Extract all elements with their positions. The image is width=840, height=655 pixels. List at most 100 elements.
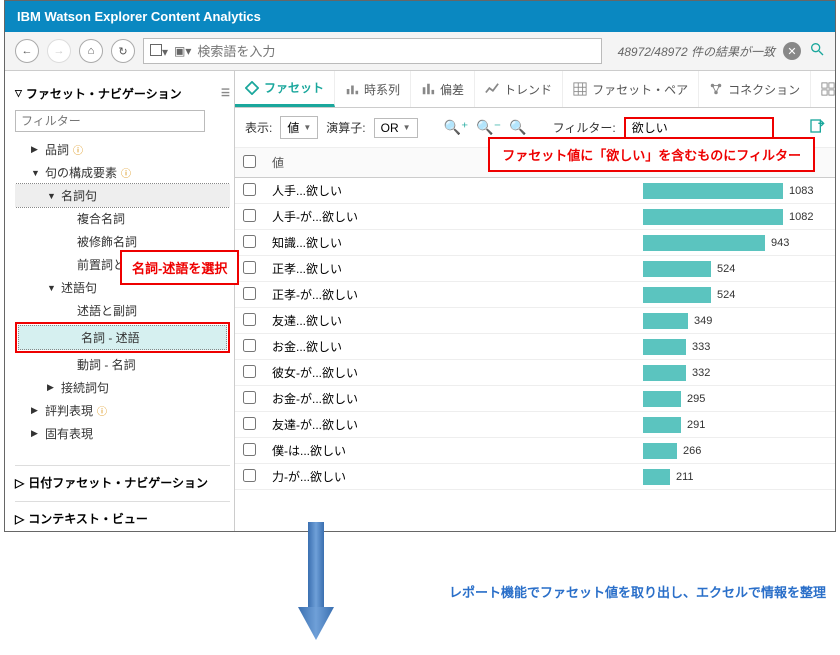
row-checkbox-cell [235, 282, 264, 308]
row-value: 正孝-が...欲しい [264, 282, 635, 308]
search-box[interactable]: ▾ ▣▾ [143, 38, 602, 64]
tab-dev[interactable]: 偏差 [411, 71, 475, 107]
bar-icon [643, 261, 711, 277]
help-icon[interactable]: ⓘ [73, 142, 83, 157]
date-facet-heading[interactable]: ▷ 日付ファセット・ナビゲーション [15, 465, 230, 495]
select-all-checkbox[interactable] [243, 155, 256, 168]
row-value: 人手-が...欲しい [264, 204, 635, 230]
table-row[interactable]: 友達-が...欲しい291 [235, 412, 835, 438]
table-row[interactable]: お金...欲しい333 [235, 334, 835, 360]
tree-item-label: 動詞 - 名詞 [77, 356, 136, 373]
sidebar-filter-input[interactable] [15, 110, 205, 132]
tree-item[interactable]: 述語と副詞 [15, 299, 230, 322]
tree-item[interactable]: ▼ 句の構成要素 ⓘ [15, 161, 230, 184]
table-row[interactable]: 人手-が...欲しい1082 [235, 204, 835, 230]
filter-field[interactable] [624, 117, 774, 139]
panel-menu-icon[interactable]: ☰ [221, 88, 230, 99]
row-checkbox[interactable] [243, 365, 256, 378]
help-icon[interactable]: ⓘ [121, 165, 131, 180]
search-input[interactable] [197, 44, 594, 59]
caret-down-icon: ▼ [47, 191, 57, 201]
row-checkbox[interactable] [243, 469, 256, 482]
bar-icon [643, 209, 783, 225]
facet-nav-heading[interactable]: ▽ ファセット・ナビゲーション ☰ [15, 81, 230, 106]
help-icon[interactable]: ⓘ [97, 403, 107, 418]
tree-item[interactable]: ▼ 名詞句 [15, 184, 230, 207]
row-value: 正孝...欲しい [264, 256, 635, 282]
back-button[interactable]: ← [15, 39, 39, 63]
tree-item[interactable]: 複合名詞 [15, 207, 230, 230]
table-row[interactable]: 力-が...欲しい211 [235, 464, 835, 490]
bar-icon [643, 313, 688, 329]
row-checkbox[interactable] [243, 261, 256, 274]
row-checkbox[interactable] [243, 339, 256, 352]
tree-item[interactable]: ▶接続詞句 [15, 376, 230, 399]
caret-right-icon: ▶ [31, 405, 41, 416]
row-checkbox[interactable] [243, 235, 256, 248]
export-icon[interactable] [809, 118, 825, 137]
tab-trend[interactable]: トレンド [475, 71, 563, 107]
tree-item[interactable]: ▶品詞 ⓘ [15, 138, 230, 161]
row-checkbox[interactable] [243, 443, 256, 456]
tab-label: 偏差 [440, 81, 464, 98]
show-dropdown[interactable]: 値▼ [280, 116, 318, 139]
caret-right-icon: ▷ [15, 476, 24, 490]
search-icon[interactable] [809, 41, 825, 62]
table-row[interactable]: お金-が...欲しい 295 [235, 386, 835, 412]
tab-dash[interactable]: ダッ [811, 71, 835, 107]
row-value: 僕-は...欲しい [264, 438, 635, 464]
table-row[interactable]: 正孝...欲しい524 [235, 256, 835, 282]
tab-diamond[interactable]: ファセット [235, 71, 335, 107]
picture-icon[interactable]: ▣▾ [174, 44, 191, 58]
zoom-in-icon[interactable]: 🔍⁺ [444, 119, 469, 136]
row-count: 332 [692, 367, 710, 379]
tree-item[interactable]: ▶固有表現 [15, 422, 230, 445]
sidebar: ▽ ファセット・ナビゲーション ☰ ▶品詞 ⓘ ▼ 句の構成要素 ⓘ ▼ 名詞句複合名詞… [5, 71, 235, 531]
zoom-out-icon[interactable]: 🔍⁻ [476, 119, 501, 136]
tree-item-label: 複合名詞 [77, 210, 125, 227]
app-title: IBM Watson Explorer Content Analytics [17, 9, 261, 24]
row-count: 333 [692, 341, 710, 353]
row-checkbox[interactable] [243, 183, 256, 196]
tree-item-label: 名詞句 [61, 187, 97, 204]
filter-input[interactable] [632, 121, 766, 135]
refresh-button[interactable]: ↻ [111, 39, 135, 63]
table-row[interactable]: 彼女-が...欲しい332 [235, 360, 835, 386]
operator-dropdown[interactable]: OR▼ [374, 118, 418, 138]
clear-search-button[interactable]: ✕ [783, 42, 801, 60]
caret-down-icon: ▼ [31, 168, 41, 178]
dash-icon [821, 82, 835, 96]
row-checkbox[interactable] [243, 391, 256, 404]
bars-icon [345, 82, 359, 96]
row-count: 943 [771, 237, 789, 249]
row-value: お金-が...欲しい [264, 386, 635, 412]
tree-item-label: 句の構成要素 [45, 164, 117, 181]
table-row[interactable]: 僕-は...欲しい266 [235, 438, 835, 464]
row-count: 295 [687, 393, 705, 405]
bar-icon [643, 469, 670, 485]
tree-item[interactable]: 名詞 - 述語 [18, 325, 227, 350]
row-checkbox[interactable] [243, 417, 256, 430]
table-row[interactable]: 人手...欲しい1083 [235, 178, 835, 204]
row-checkbox[interactable] [243, 313, 256, 326]
below-caption: レポート機能でファセット値を取り出し、エクセルで情報を整理 [449, 582, 826, 601]
select-all-header[interactable] [235, 148, 264, 178]
tab-conn[interactable]: コネクション [699, 71, 811, 107]
home-button[interactable]: ⌂ [79, 39, 103, 63]
row-checkbox[interactable] [243, 287, 256, 300]
row-checkbox-cell [235, 438, 264, 464]
tab-grid[interactable]: ファセット・ペア [563, 71, 699, 107]
tab-bars[interactable]: 時系列 [335, 71, 411, 107]
table-row[interactable]: 友達...欲しい349 [235, 308, 835, 334]
row-bar-cell: 291 [635, 412, 835, 438]
trend-icon [485, 82, 499, 96]
facet-table-wrap[interactable]: 値 人手...欲しい1083人手-が...欲しい1082知識...欲しい943正… [235, 148, 835, 531]
context-view-heading[interactable]: ▷ コンテキスト・ビュー [15, 501, 230, 531]
layout-icon[interactable]: ▾ [150, 44, 168, 59]
tree-item[interactable]: 動詞 - 名詞 [15, 353, 230, 376]
show-label: 表示: [245, 119, 272, 136]
table-row[interactable]: 正孝-が...欲しい524 [235, 282, 835, 308]
row-checkbox[interactable] [243, 209, 256, 222]
tree-item[interactable]: ▶評判表現 ⓘ [15, 399, 230, 422]
table-row[interactable]: 知識...欲しい943 [235, 230, 835, 256]
